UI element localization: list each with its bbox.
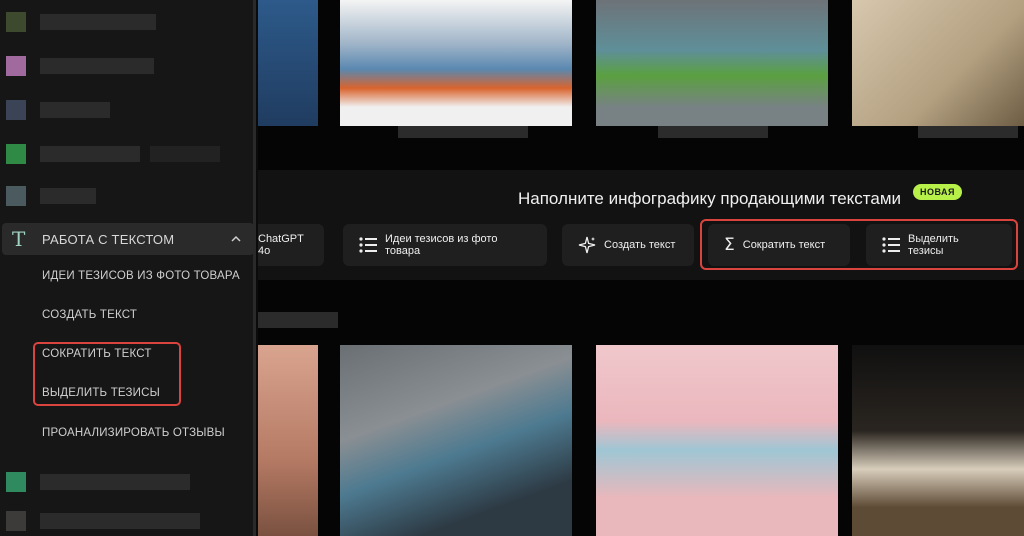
chip-label: Создать текст <box>604 239 676 251</box>
sidebar-item-thesis-ideas[interactable]: ИДЕИ ТЕЗИСОВ ИЗ ФОТО ТОВАРА <box>42 270 240 282</box>
sidebar-blurred-item[interactable] <box>0 52 256 78</box>
blurred-text <box>40 102 110 118</box>
sidebar-item-create-text[interactable]: СОЗДАТЬ ТЕКСТ <box>42 309 137 321</box>
sidebar-blurred-item[interactable] <box>0 507 256 533</box>
card-image[interactable] <box>852 0 1024 126</box>
blurred-text <box>658 126 768 138</box>
card-image[interactable] <box>258 345 318 536</box>
blurred-text <box>40 513 200 529</box>
blurred-icon <box>6 100 26 120</box>
chip-label: ChatGPT 4o <box>258 233 304 257</box>
new-badge: НОВАЯ <box>913 184 963 200</box>
chip-thesis-ideas[interactable]: Идеи тезисов из фото товара <box>343 224 547 266</box>
sidebar-blurred-item[interactable] <box>0 468 256 494</box>
blurred-text <box>398 126 528 138</box>
card-image[interactable] <box>258 0 318 126</box>
chip-label: Идеи тезисов из фото товара <box>385 233 498 257</box>
sidebar-blurred-item[interactable] <box>0 8 256 34</box>
blurred-icon <box>6 511 26 531</box>
sidebar-item-analyze-reviews[interactable]: ПРОАНАЛИЗИРОВАТЬ ОТЗЫВЫ <box>42 427 225 439</box>
chip-chatgpt[interactable]: ChatGPT 4o <box>258 224 324 266</box>
card-image[interactable] <box>852 345 1024 536</box>
blurred-text <box>258 312 338 328</box>
blurred-icon <box>6 56 26 76</box>
chevron-up-icon[interactable] <box>230 233 242 245</box>
card-image[interactable] <box>596 0 828 126</box>
chip-create-text[interactable]: Создать текст <box>562 224 694 266</box>
sidebar-section-text-tools[interactable]: T РАБОТА С ТЕКСТОМ <box>2 223 254 255</box>
blurred-text <box>40 188 96 204</box>
blurred-icon <box>6 12 26 32</box>
card-image[interactable] <box>340 0 572 126</box>
blurred-text <box>40 474 190 490</box>
sidebar-blurred-item[interactable] <box>0 140 256 166</box>
blurred-icon <box>6 472 26 492</box>
sidebar: T РАБОТА С ТЕКСТОМ ИДЕИ ТЕЗИСОВ ИЗ ФОТО … <box>0 0 256 536</box>
sidebar-blurred-item[interactable] <box>0 96 256 122</box>
list-icon <box>359 237 377 253</box>
main-content: Наполните инфографику продающими текстам… <box>258 0 1024 536</box>
blurred-text <box>40 14 156 30</box>
sidebar-scrollbar[interactable] <box>253 0 256 536</box>
blurred-text <box>40 58 154 74</box>
blurred-text <box>40 146 140 162</box>
card-image[interactable] <box>340 345 572 536</box>
blurred-text <box>918 126 1018 138</box>
sparkle-icon <box>578 236 596 254</box>
highlight-box <box>700 219 1018 270</box>
sidebar-blurred-item[interactable] <box>0 182 256 208</box>
section-label: РАБОТА С ТЕКСТОМ <box>42 232 175 247</box>
text-t-icon: T <box>12 227 26 251</box>
card-image[interactable] <box>596 345 838 536</box>
banner-title: Наполните инфографику продающими текстам… <box>518 189 902 208</box>
blurred-icon <box>6 144 26 164</box>
blurred-text <box>150 146 220 162</box>
blurred-icon <box>6 186 26 206</box>
highlight-box <box>33 342 181 406</box>
